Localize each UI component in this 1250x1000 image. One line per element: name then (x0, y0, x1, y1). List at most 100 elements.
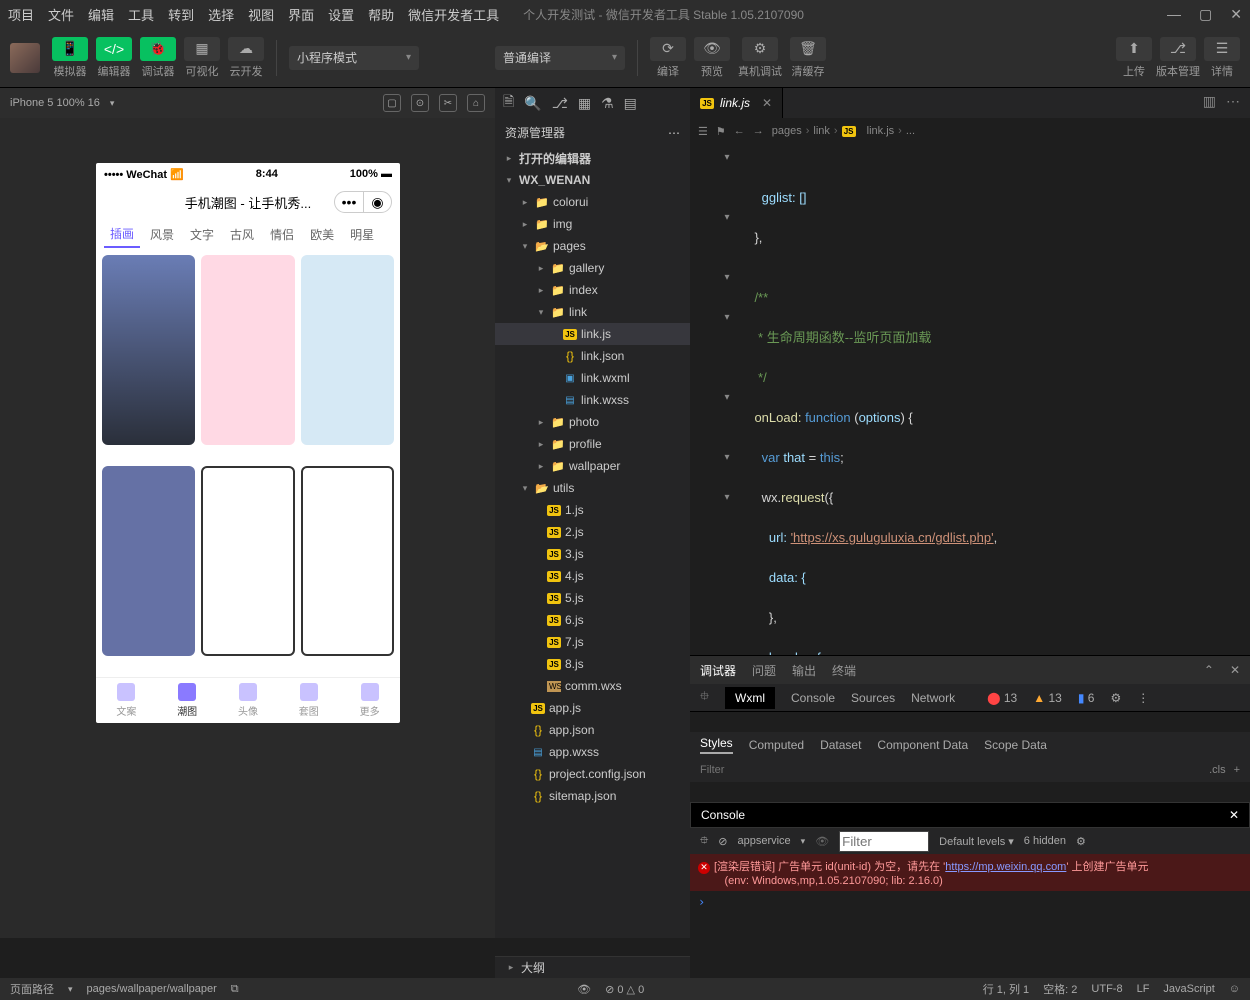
upload-icon[interactable]: ⬆ (1116, 37, 1152, 61)
nav-avatar[interactable]: 头像 (238, 683, 258, 718)
tree-folder-photo[interactable]: ▸📁photo (495, 411, 690, 433)
computed-tab[interactable]: Computed (749, 738, 804, 752)
dbg-tab-terminal[interactable]: 终端 (832, 662, 856, 679)
explorer-more-icon[interactable]: ⋯ (668, 126, 680, 140)
tree-open-editors[interactable]: ▸打开的编辑器 (495, 147, 690, 169)
wallpaper-thumb[interactable] (301, 255, 394, 445)
visual-icon[interactable]: ▦ (184, 37, 220, 61)
console-gear-icon[interactable]: ⚙ (1076, 835, 1086, 848)
dbg-tab-output[interactable]: 输出 (792, 662, 816, 679)
tree-file-linkjs[interactable]: JSlink.js (495, 323, 690, 345)
page-path[interactable]: pages/wallpaper/wallpaper (87, 983, 217, 995)
nav-text[interactable]: 文案 (116, 683, 136, 718)
menu-file[interactable]: 文件 (48, 5, 74, 24)
clear-cache-icon[interactable]: 🗑 (790, 37, 826, 61)
cloud-icon[interactable]: ☁ (228, 37, 264, 61)
tab-classic[interactable]: 古风 (224, 222, 260, 247)
window-minimize-icon[interactable]: — (1167, 6, 1181, 23)
tab-illustration[interactable]: 插画 (104, 221, 140, 248)
breadcrumb[interactable]: pages› link› JS link.js› ... (772, 125, 915, 137)
editor-icon[interactable]: </> (96, 37, 132, 61)
status-stats[interactable]: ⊘ 0 △ 0 (605, 983, 644, 996)
encoding[interactable]: UTF-8 (1091, 983, 1122, 995)
tab-western[interactable]: 欧美 (304, 222, 340, 247)
tree-folder-pages[interactable]: ▾📂pages (495, 235, 690, 257)
menu-project[interactable]: 项目 (8, 5, 34, 24)
console-filter-input[interactable] (839, 831, 929, 852)
menu-help[interactable]: 帮助 (368, 5, 394, 24)
tree-folder-wallpaper[interactable]: ▸📁wallpaper (495, 455, 690, 477)
avatar[interactable] (10, 43, 40, 73)
log-level-dropdown[interactable]: Default levels ▾ (939, 835, 1014, 848)
debugger-icon[interactable]: 🐞 (140, 37, 176, 61)
capsule-menu-icon[interactable]: ••• (335, 192, 363, 212)
nav-wallpaper[interactable]: 潮图 (177, 683, 197, 718)
window-maximize-icon[interactable]: ▢ (1199, 6, 1212, 23)
tab-star[interactable]: 明星 (344, 222, 380, 247)
dataset-tab[interactable]: Dataset (820, 738, 861, 752)
indent-spaces[interactable]: 空格: 2 (1043, 981, 1077, 997)
cls-button[interactable]: .cls (1209, 764, 1226, 776)
devtools-more-icon[interactable]: ⋮ (1137, 691, 1149, 705)
cursor-position[interactable]: 行 1, 列 1 (983, 981, 1029, 997)
tree-folder-link[interactable]: ▾📁link (495, 301, 690, 323)
tab-close-icon[interactable]: ✕ (762, 96, 772, 110)
dbg-tab-debugger[interactable]: 调试器 (700, 662, 736, 679)
nav-more[interactable]: 更多 (360, 683, 380, 718)
mode-dropdown[interactable]: 小程序模式▾ (289, 46, 419, 70)
wallpaper-thumb[interactable] (201, 255, 294, 445)
console-inspect-icon[interactable]: ⯐ (700, 832, 708, 851)
compile-mode-dropdown[interactable]: 普通编译▾ (495, 46, 625, 70)
outline-section[interactable]: ▸大纲 (495, 956, 690, 978)
component-data-tab[interactable]: Component Data (877, 738, 968, 752)
panel-close-icon[interactable]: ✕ (1230, 663, 1240, 677)
styles-tab[interactable]: Styles (700, 736, 733, 754)
menu-goto[interactable]: 转到 (168, 5, 194, 24)
eye-status-icon[interactable]: 👁 (577, 983, 591, 996)
tree-file-appwxss[interactable]: ▤app.wxss (495, 741, 690, 763)
tree-file-5js[interactable]: JS5.js (495, 587, 690, 609)
console-context[interactable]: appservice (737, 835, 790, 847)
dbg-tab-problem[interactable]: 问题 (752, 662, 776, 679)
menu-settings[interactable]: 设置 (328, 5, 354, 24)
tree-file-6js[interactable]: JS6.js (495, 609, 690, 631)
tree-folder-img[interactable]: ▸📁img (495, 213, 690, 235)
console-prompt[interactable]: › (690, 891, 1250, 913)
error-link[interactable]: https://mp.weixin.qq.com (945, 861, 1066, 873)
feedback-icon[interactable]: ☺ (1229, 983, 1240, 995)
tab-couple[interactable]: 情侣 (264, 222, 300, 247)
split-editor-icon[interactable]: ▥ (1203, 93, 1216, 110)
tree-file-appjs[interactable]: JSapp.js (495, 697, 690, 719)
tab-text[interactable]: 文字 (184, 222, 220, 247)
window-close-icon[interactable]: ✕ (1230, 6, 1242, 23)
menu-view[interactable]: 视图 (248, 5, 274, 24)
tree-file-commwxs[interactable]: WScomm.wxs (495, 675, 690, 697)
wallpaper-thumb[interactable] (102, 466, 195, 656)
wallpaper-thumb[interactable] (301, 466, 394, 656)
devtools-console[interactable]: Console (791, 691, 835, 705)
detail-icon[interactable]: ☰ (1204, 37, 1240, 61)
tree-project-root[interactable]: ▾WX_WENAN (495, 169, 690, 191)
explorer-search-icon[interactable]: 🔍 (524, 95, 541, 112)
home-icon[interactable]: ⌂ (467, 94, 485, 112)
rotate-icon[interactable]: ▢ (383, 94, 401, 112)
styles-filter-input[interactable] (700, 764, 842, 776)
devtools-gear-icon[interactable]: ⚙ (1110, 691, 1121, 705)
menu-select[interactable]: 选择 (208, 5, 234, 24)
tab-scenery[interactable]: 风景 (144, 222, 180, 247)
explorer-layers-icon[interactable]: ▤ (624, 95, 637, 112)
devtools-wxml[interactable]: Wxml (725, 687, 775, 709)
menu-interface[interactable]: 界面 (288, 5, 314, 24)
tree-folder-utils[interactable]: ▾📂utils (495, 477, 690, 499)
chevron-up-icon[interactable]: ⌃ (1204, 663, 1214, 677)
record-icon[interactable]: ⊙ (411, 94, 429, 112)
console-clear-icon[interactable]: ⊘ (718, 835, 727, 848)
editor-toggle-icon[interactable]: ☰ (698, 125, 708, 138)
explorer-branch-icon[interactable]: ⎇ (552, 95, 568, 112)
console-close-icon[interactable]: ✕ (1229, 808, 1239, 822)
explorer-files-icon[interactable]: 🗎 (503, 91, 514, 115)
explorer-flask-icon[interactable]: ⚗ (601, 95, 614, 112)
tree-folder-profile[interactable]: ▸📁profile (495, 433, 690, 455)
copy-path-icon[interactable]: ⧉ (231, 983, 239, 996)
inspect-icon[interactable]: ⯐ (700, 687, 709, 708)
